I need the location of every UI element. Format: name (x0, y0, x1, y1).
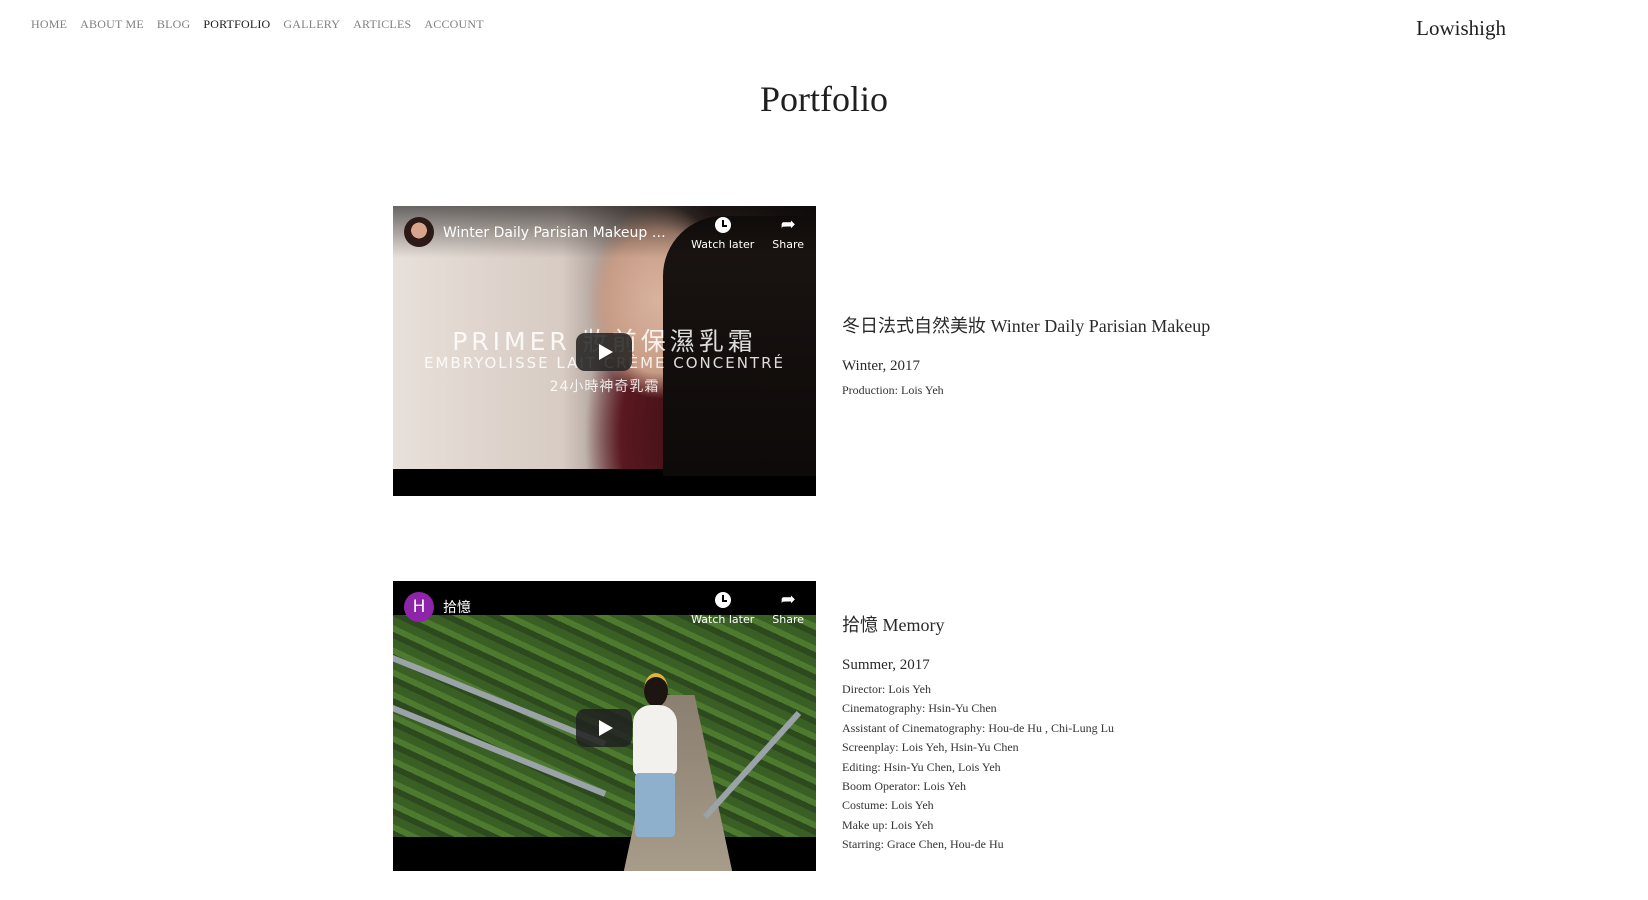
credit-line: Costume: Lois Yeh (842, 798, 934, 813)
nav-home[interactable]: HOME (31, 16, 67, 32)
video-player-memory[interactable]: H 拾憶 Watch later ➦ Share (393, 581, 816, 871)
share-icon: ➦ (780, 589, 796, 610)
watch-later-button[interactable]: Watch later (691, 214, 754, 251)
work-info-winter-makeup: 冬日法式自然美妝 Winter Daily Parisian Makeup Wi… (842, 312, 1210, 400)
channel-avatar[interactable]: H (404, 592, 434, 622)
thumbnail-overlay-line-3: 24小時神奇乳霜 (549, 379, 660, 395)
credit-line: Make up: Lois Yeh (842, 817, 934, 832)
nav-account[interactable]: ACCOUNT (424, 16, 483, 32)
clock-icon (714, 592, 731, 608)
work-title: 冬日法式自然美妝 Winter Daily Parisian Makeup (842, 316, 1211, 336)
credit-line: Assistant of Cinematography: Hou-de Hu ,… (842, 720, 1114, 735)
video-actions: Watch later ➦ Share (691, 214, 804, 251)
credit-line: Production: Lois Yeh (842, 383, 944, 397)
work-title: 拾憶 Memory (842, 615, 945, 635)
credit-line: Boom Operator: Lois Yeh (842, 779, 966, 794)
share-button[interactable]: ➦ Share (772, 214, 804, 251)
share-label: Share (772, 238, 804, 251)
channel-avatar[interactable] (404, 217, 434, 247)
share-label: Share (772, 613, 804, 626)
thumbnail-railing-left (393, 655, 607, 747)
play-button[interactable] (576, 333, 632, 371)
watch-later-label: Watch later (691, 238, 755, 251)
nav-about-me[interactable]: ABOUT ME (80, 16, 144, 32)
credit-line: Director: Lois Yeh (842, 682, 931, 696)
watch-later-button[interactable]: Watch later (691, 589, 754, 626)
share-button[interactable]: ➦ Share (772, 589, 804, 626)
work-season: Winter, 2017 (842, 358, 920, 374)
play-button[interactable] (576, 709, 632, 747)
thumbnail-railing-right (703, 710, 802, 820)
credit-line: Editing: Hsin-Yu Chen, Lois Yeh (842, 759, 1001, 774)
page-title: Portfolio (759, 79, 888, 119)
video-header: Winter Daily Parisian Makeup 冬日... Watch… (393, 206, 816, 258)
work-info-memory: 拾憶 Memory Summer, 2017 Director: Lois Ye… (842, 611, 1114, 855)
thumbnail-person-top (633, 705, 677, 775)
credit-line: Starring: Grace Chen, Hou-de Hu (842, 837, 1004, 852)
video-title[interactable]: Winter Daily Parisian Makeup 冬日... (443, 222, 679, 242)
credit-line: Screenplay: Lois Yeh, Hsin-Yu Chen (842, 740, 1019, 755)
credit-line: Cinematography: Hsin-Yu Chen (842, 701, 997, 716)
thumbnail-person-legs (635, 773, 675, 837)
share-icon: ➦ (780, 214, 796, 235)
video-header: H 拾憶 Watch later ➦ Share (393, 581, 816, 633)
top-navigation: HOME ABOUT ME BLOG PORTFOLIO GALLERY ART… (31, 16, 484, 32)
thumbnail-railing-left-lower (393, 705, 607, 797)
nav-articles[interactable]: ARTICLES (353, 16, 411, 32)
thumbnail-person-head (644, 673, 668, 707)
video-player-winter-makeup[interactable]: PRIMER 妝前保濕乳霜 EMBRYOLISSE LAIT CRÈME CON… (393, 206, 816, 496)
clock-icon (714, 217, 731, 233)
site-brand[interactable]: Lowishigh (1416, 16, 1506, 41)
watch-later-label: Watch later (691, 613, 755, 626)
video-actions: Watch later ➦ Share (691, 589, 804, 626)
nav-portfolio[interactable]: PORTFOLIO (203, 16, 270, 32)
nav-gallery[interactable]: GALLERY (283, 16, 340, 32)
work-season: Summer, 2017 (842, 657, 930, 673)
nav-blog[interactable]: BLOG (157, 16, 190, 32)
video-title[interactable]: 拾憶 (443, 597, 679, 617)
